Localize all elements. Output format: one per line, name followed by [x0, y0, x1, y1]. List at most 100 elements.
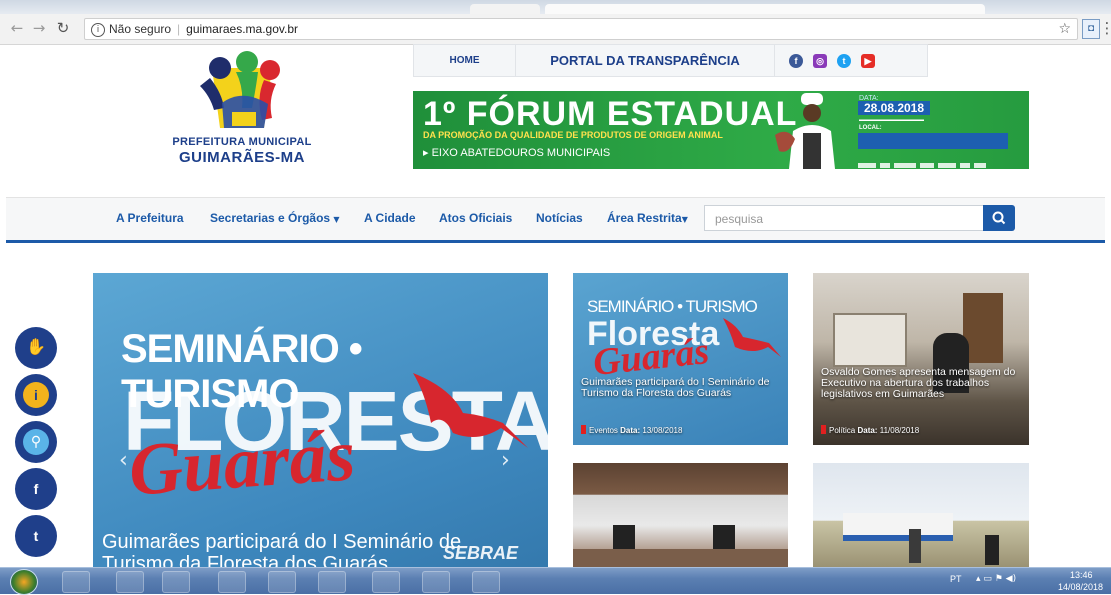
browser-tab-strip [0, 0, 1111, 14]
accessibility-icon[interactable]: ✋ [15, 327, 57, 369]
news-card-politica[interactable]: Osvaldo Gomes apresenta mensagem do Exec… [813, 273, 1029, 445]
nav-label: A Prefeitura [116, 211, 184, 225]
card-meta: Política Data: 11/08/2018 [821, 425, 919, 435]
media-player-icon[interactable] [162, 571, 190, 593]
nav-secretarias[interactable]: Secretarias e Órgãos ▼ [210, 211, 340, 225]
back-icon[interactable]: ← [8, 18, 26, 38]
slider-next-icon[interactable]: › [501, 448, 510, 473]
search-icon [992, 211, 1006, 225]
twitter-icon[interactable]: t [837, 54, 851, 68]
clock-time[interactable]: 13:46 [1070, 570, 1093, 580]
nav-a-cidade[interactable]: A Cidade [364, 211, 416, 225]
card-date: 11/08/2018 [879, 426, 920, 435]
address-separator: | [177, 22, 181, 36]
news-slider[interactable]: SEMINÁRIO • TURISMO FLORESTA Guarás ‹ › … [93, 273, 548, 568]
writer-icon[interactable] [372, 571, 400, 593]
reload-icon[interactable]: ↻ [54, 18, 72, 38]
card-category: Política [829, 426, 856, 435]
banner-title: 1º FÓRUM ESTADUAL [423, 95, 798, 133]
instagram-icon[interactable]: ◎ [813, 54, 827, 68]
photo-building [843, 513, 953, 541]
card-meta: Eventos Data: 13/08/2018 [581, 425, 682, 435]
logo-figures-icon [200, 51, 280, 128]
sponsor-logos [858, 155, 1023, 168]
category-marker-icon [581, 425, 586, 434]
start-button[interactable] [10, 569, 38, 595]
info-icon[interactable]: i [15, 374, 57, 416]
youtube-icon[interactable]: ▶ [861, 54, 875, 68]
browser-tab-active[interactable] [545, 4, 985, 14]
file-explorer-icon[interactable] [116, 571, 144, 593]
app-icon[interactable] [318, 571, 346, 593]
calc-icon[interactable] [422, 571, 450, 593]
ibis-bird-icon [723, 318, 781, 357]
slider-art-line-3: Guarás [126, 414, 358, 512]
transparency-portal-link[interactable]: PORTAL DA TRANSPARÊNCIA [516, 45, 775, 76]
calculator-icon[interactable] [472, 571, 500, 593]
banner-date: 28.08.2018 [858, 101, 930, 115]
nav-label: Secretarias e Órgãos [210, 211, 331, 225]
logo-line-2: GUIMARÃES-MA [179, 149, 305, 166]
main-navigation: A Prefeitura Secretarias e Órgãos ▼ A Ci… [6, 197, 1105, 243]
windows-taskbar: PT ▴ ▭ ⚑ ◀) 13:46 14/08/2018 [0, 567, 1111, 595]
search-icon[interactable]: ⚲ [15, 421, 57, 463]
nav-area-restrita[interactable]: Área Restrita▼ [607, 211, 688, 225]
chrome-icon[interactable] [218, 571, 246, 593]
site-logo[interactable]: PREFEITURA MUNICIPAL GUIMARÃES-MA [152, 48, 332, 178]
menu-icon[interactable]: ⋮ [1098, 18, 1111, 38]
home-link[interactable]: HOME [414, 45, 516, 76]
clock-date[interactable]: 14/08/2018 [1058, 582, 1103, 592]
security-label: Não seguro [109, 22, 172, 36]
slider-prev-icon[interactable]: ‹ [119, 448, 128, 473]
card-date-label: Data: [857, 426, 878, 435]
photo-person [985, 535, 999, 565]
news-card-4[interactable] [813, 463, 1029, 567]
internet-explorer-icon[interactable] [62, 571, 90, 593]
news-card-eventos[interactable]: SEMINÁRIO • TURISMO Floresta Guarás Guim… [573, 273, 788, 445]
facebook-icon[interactable]: f [15, 468, 57, 510]
browser-toolbar: ← → ↻ i Não seguro | guimaraes.ma.gov.br ☆ … [0, 14, 1111, 45]
slider-caption[interactable]: Guimarães participará do I Seminário de … [102, 531, 482, 568]
language-indicator[interactable]: PT [950, 574, 962, 584]
news-card-3[interactable] [573, 463, 788, 567]
banner-eixo: ▸ EIXO ABATEDOUROS MUNICIPAIS [423, 147, 611, 159]
tray-icons[interactable]: ▴ ▭ ⚑ ◀) [976, 574, 1016, 584]
top-bar: HOME PORTAL DA TRANSPARÊNCIA f ◎ t ▶ [413, 44, 928, 77]
photo-person [909, 529, 921, 563]
nav-label: Atos Oficiais [439, 211, 513, 225]
logo-line-1: PREFEITURA MUNICIPAL [172, 136, 312, 148]
card-category: Eventos [589, 426, 618, 435]
browser-tab[interactable] [470, 4, 540, 14]
caret-down-icon: ▼ [681, 215, 688, 224]
facebook-icon[interactable]: f [789, 54, 803, 68]
banner-time-lines: ▬▬▬▬▬▬▬▬▬▬▬▬▬ [859, 117, 924, 123]
card-date-label: Data: [620, 426, 641, 435]
nav-atos-oficiais[interactable]: Atos Oficiais [439, 211, 512, 225]
photo-crowd [573, 549, 788, 567]
search-button[interactable] [983, 205, 1015, 231]
card-caption: Guimarães participará do I Seminário de … [581, 376, 770, 399]
nav-a-prefeitura[interactable]: A Prefeitura [116, 211, 184, 225]
nav-label: Notícias [536, 211, 583, 225]
photo-window [833, 313, 907, 367]
sebrae-logo: SEBRAE [443, 543, 519, 563]
banner-subtitle: DA PROMOÇÃO DA QUALIDADE DE PRODUTOS DE … [423, 130, 723, 140]
nav-label: A Cidade [364, 211, 416, 225]
chef-illustration-icon [775, 93, 835, 169]
ibis-bird-icon [413, 373, 528, 448]
address-bar[interactable]: i Não seguro | guimaraes.ma.gov.br ☆ [84, 18, 1078, 40]
search-input[interactable]: pesquisa [704, 205, 983, 231]
forward-icon[interactable]: → [30, 18, 48, 38]
paint-icon[interactable] [268, 571, 296, 593]
nav-noticias[interactable]: Notícias [536, 211, 583, 225]
info-icon[interactable]: i [91, 22, 105, 37]
banner-local-label: LOCAL: [859, 125, 882, 131]
banner-address-box [858, 133, 1008, 149]
bookmark-star-icon[interactable]: ☆ [1058, 19, 1071, 39]
twitter-icon[interactable]: t [15, 515, 57, 557]
event-banner[interactable]: 1º FÓRUM ESTADUAL DA PROMOÇÃO DA QUALIDA… [413, 91, 1029, 169]
photo-door [963, 293, 1003, 363]
category-marker-icon [821, 425, 826, 434]
card-date: 13/08/2018 [642, 426, 683, 435]
card-caption: Osvaldo Gomes apresenta mensagem do Exec… [821, 366, 1016, 400]
